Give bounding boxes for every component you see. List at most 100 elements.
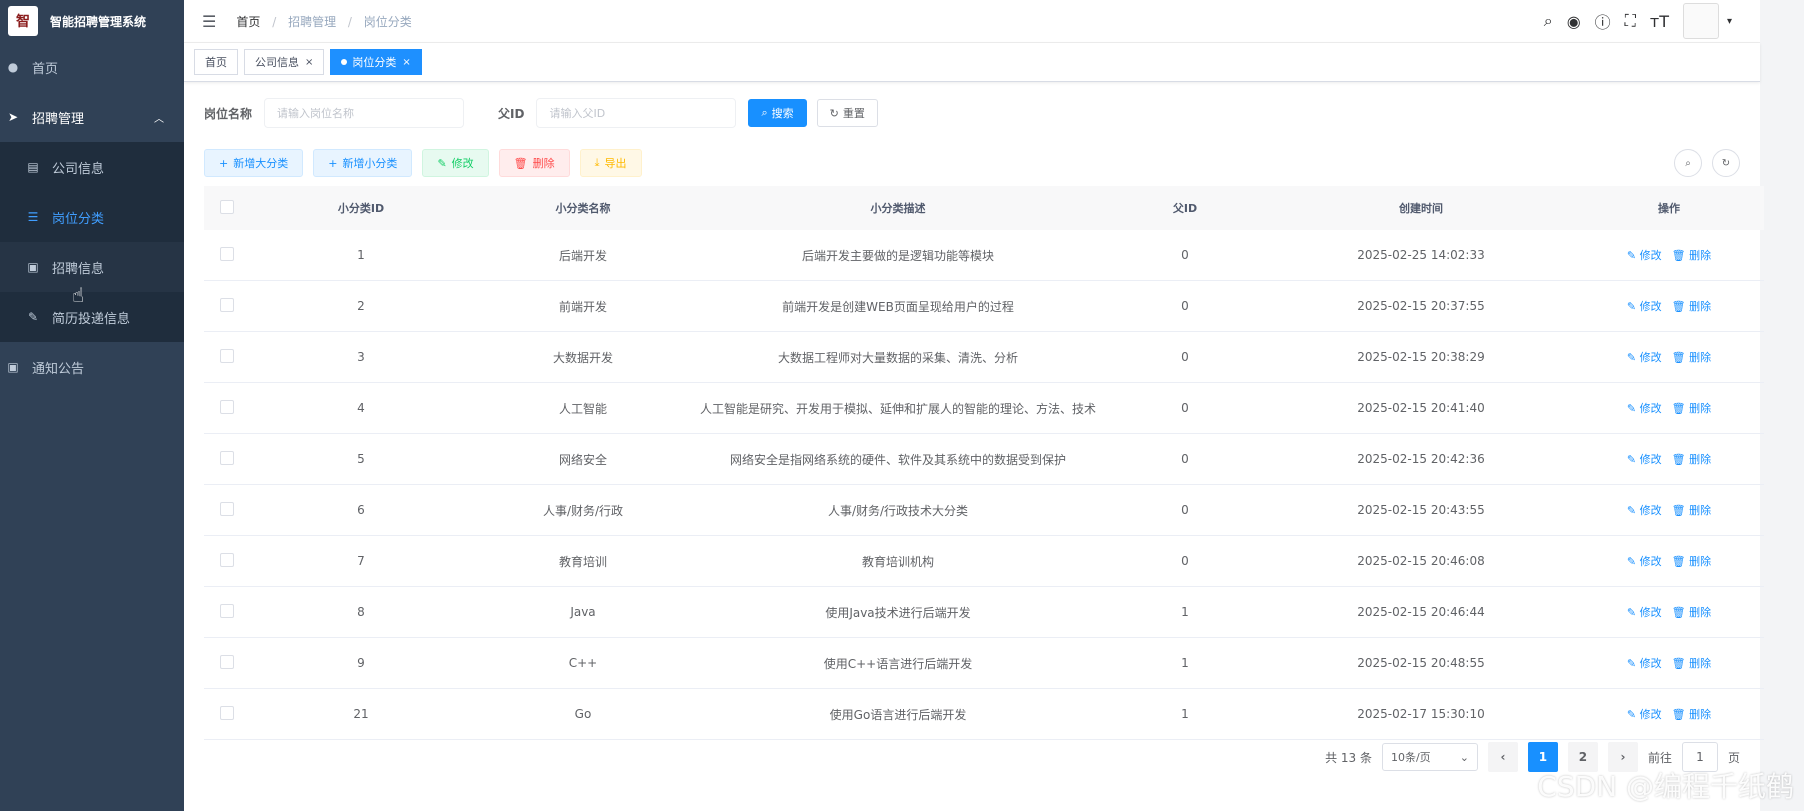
fullscreen-icon[interactable]: ⛶ <box>1625 11 1636 31</box>
search-button[interactable]: ⌕ 搜索 <box>748 99 807 127</box>
cell-id: 3 <box>250 331 472 383</box>
help-icon[interactable]: ⓘ <box>1595 9 1611 33</box>
cell-created-time: 2025-02-15 20:46:08 <box>1268 535 1574 587</box>
row-edit-link[interactable]: ✎ 修改 <box>1627 504 1662 517</box>
row-delete-link[interactable]: 🗑 删除 <box>1672 606 1711 619</box>
delete-button[interactable]: 🗑 删除 <box>498 149 570 177</box>
row-edit-link[interactable]: ✎ 修改 <box>1627 351 1662 364</box>
row-edit-link[interactable]: ✎ 修改 <box>1627 453 1662 466</box>
export-button[interactable]: ⤓ 导出 <box>579 149 642 177</box>
row-delete-link[interactable]: 🗑 删除 <box>1672 708 1711 721</box>
list-icon: ☰ <box>27 210 39 224</box>
table-row[interactable]: 3 大数据开发 大数据工程师对大量数据的采集、清洗、分析 0 2025-02-15 20… <box>204 331 1764 383</box>
row-edit-link[interactable]: ✎ 修改 <box>1627 402 1662 415</box>
prev-page-button[interactable]: ‹ <box>1487 742 1518 772</box>
row-delete-link[interactable]: 🗑 删除 <box>1672 300 1711 313</box>
table-row[interactable]: 9 C++ 使用C++语言进行后端开发 1 2025-02-15 20:48:55 ✎ 修… <box>204 637 1764 689</box>
breadcrumb: 首页 / 招聘管理 / 岗位分类 <box>236 13 411 30</box>
row-checkbox[interactable] <box>204 280 250 332</box>
row-edit-link[interactable]: ✎ 修改 <box>1627 555 1662 568</box>
row-edit-link[interactable]: ✎ 修改 <box>1627 606 1662 619</box>
cell-desc: 使用Go语言进行后端开发 <box>694 688 1102 740</box>
edit-icon: ✎ <box>27 310 39 324</box>
sidebar-item-home[interactable]: ● 首页 <box>0 42 184 92</box>
select-all-checkbox[interactable] <box>204 186 250 230</box>
cell-created-time: 2025-02-15 20:38:29 <box>1268 331 1574 383</box>
row-delete-link[interactable]: 🗑 删除 <box>1672 504 1711 517</box>
app-logo[interactable]: 智 智能招聘管理系统 <box>0 0 184 42</box>
row-checkbox[interactable] <box>204 688 250 740</box>
table-row[interactable]: 1 后端开发 后端开发主要做的是逻辑功能等模块 0 2025-02-25 14:02:3… <box>204 230 1764 281</box>
sidebar-item-notice[interactable]: ▣ 通知公告 <box>0 342 184 392</box>
table-row[interactable]: 5 网络安全 网络安全是指网络系统的硬件、软件及其系统中的数据受到保护 0 2025-0… <box>204 433 1764 485</box>
row-delete-link[interactable]: 🗑 删除 <box>1672 657 1711 670</box>
delete-icon: 🗑 <box>1671 504 1686 517</box>
cell-parent-id: 0 <box>1102 382 1268 434</box>
row-edit-link[interactable]: ✎ 修改 <box>1627 249 1662 262</box>
row-checkbox[interactable] <box>204 637 250 689</box>
job-name-label: 岗位名称 <box>204 106 253 121</box>
page-size-select[interactable]: 10条/页 ⌄ <box>1381 743 1478 771</box>
table-row[interactable]: 8 Java 使用Java技术进行后端开发 1 2025-02-15 20:46:44 ✎… <box>204 586 1764 638</box>
tag-home[interactable]: 首页 <box>194 49 238 75</box>
row-edit-link[interactable]: ✎ 修改 <box>1627 657 1662 670</box>
breadcrumb-item[interactable]: 首页 <box>236 15 260 29</box>
refresh-icon[interactable]: ↻ <box>1712 149 1740 177</box>
reset-button[interactable]: ↻ 重置 <box>816 99 878 127</box>
job-name-input[interactable]: 请输入岗位名称 <box>264 98 465 128</box>
sidebar-item-job-info[interactable]: ▣ 招聘信息 <box>0 242 184 292</box>
table-row[interactable]: 7 教育培训 教育培训机构 0 2025-02-15 20:46:08 ✎ 修改 🗑 删除 <box>204 535 1764 587</box>
sidebar-item-company[interactable]: ▤ 公司信息 <box>0 142 184 192</box>
row-checkbox[interactable] <box>204 535 250 587</box>
tag-job-category[interactable]: 岗位分类 × <box>330 49 422 75</box>
tag-label: 岗位分类 <box>352 56 397 69</box>
row-checkbox[interactable] <box>204 382 250 434</box>
parent-id-input[interactable]: 请输入父ID <box>536 98 737 128</box>
close-icon[interactable]: × <box>402 57 410 68</box>
table-row[interactable]: 6 人事/财务/行政 人事/财务/行政技术大分类 0 2025-02-15 20:43:… <box>204 484 1764 536</box>
chevron-up-icon: ︿ <box>154 113 164 125</box>
row-delete-link[interactable]: 🗑 删除 <box>1672 453 1711 466</box>
sidebar-item-recruit[interactable]: ➤ 招聘管理 ︿ <box>0 92 184 142</box>
tag-company[interactable]: 公司信息 × <box>244 49 325 75</box>
sidebar-item-resume[interactable]: ✎ 简历投递信息 <box>0 292 184 342</box>
search-icon[interactable]: ⌕ <box>1544 11 1553 31</box>
row-edit-link[interactable]: ✎ 修改 <box>1627 300 1662 313</box>
row-delete-link[interactable]: 🗑 删除 <box>1672 351 1711 364</box>
caret-down-icon[interactable]: ▾ <box>1727 16 1732 27</box>
hamburger-icon[interactable]: ☰ <box>202 12 216 31</box>
row-delete-link[interactable]: 🗑 删除 <box>1672 402 1711 415</box>
add-small-category-button[interactable]: + 新增小分类 <box>313 149 413 177</box>
delete-icon: 🗑 <box>1671 351 1686 364</box>
breadcrumb-item[interactable]: 招聘管理 <box>288 15 336 29</box>
avatar[interactable] <box>1682 3 1719 39</box>
delete-icon: 🗑 <box>1671 249 1686 262</box>
chevron-down-icon: ⌄ <box>1459 750 1469 764</box>
row-edit-link[interactable]: ✎ 修改 <box>1627 708 1662 721</box>
row-checkbox[interactable] <box>204 433 250 485</box>
row-checkbox[interactable] <box>204 230 250 281</box>
add-big-category-button[interactable]: + 新增大分类 <box>204 149 304 177</box>
table-row[interactable]: 4 人工智能 人工智能是研究、开发用于模拟、延伸和扩展人的智能的理论、方法、技术 0 2… <box>204 382 1764 434</box>
search-toggle-icon[interactable]: ⌕ <box>1674 149 1702 177</box>
button-label: 删除 <box>532 157 555 170</box>
row-edit-label: 修改 <box>1639 453 1662 466</box>
cell-id: 8 <box>250 586 472 638</box>
table-row[interactable]: 2 前端开发 前端开发是创建WEB页面呈现给用户的过程 0 2025-02-15 20:… <box>204 280 1764 332</box>
close-icon[interactable]: × <box>305 57 313 68</box>
button-label: 新增小分类 <box>342 157 398 170</box>
sidebar-item-job-category[interactable]: ☰ 岗位分类 <box>0 192 184 242</box>
table-row[interactable]: 21 Go 使用Go语言进行后端开发 1 2025-02-17 15:30:10 ✎ 修改… <box>204 688 1764 740</box>
github-icon[interactable]: ◉ <box>1567 12 1581 31</box>
row-delete-link[interactable]: 🗑 删除 <box>1672 555 1711 568</box>
row-delete-label: 删除 <box>1689 249 1712 262</box>
row-checkbox[interactable] <box>204 484 250 536</box>
row-checkbox[interactable] <box>204 586 250 638</box>
column-header: 小分类名称 <box>472 186 694 230</box>
row-edit-label: 修改 <box>1639 402 1662 415</box>
font-size-icon[interactable]: ᴛT <box>1650 12 1669 31</box>
row-checkbox[interactable] <box>204 331 250 383</box>
row-delete-link[interactable]: 🗑 删除 <box>1672 249 1711 262</box>
edit-button[interactable]: ✎ 修改 <box>422 149 489 177</box>
cell-desc: 大数据工程师对大量数据的采集、清洗、分析 <box>694 331 1102 383</box>
